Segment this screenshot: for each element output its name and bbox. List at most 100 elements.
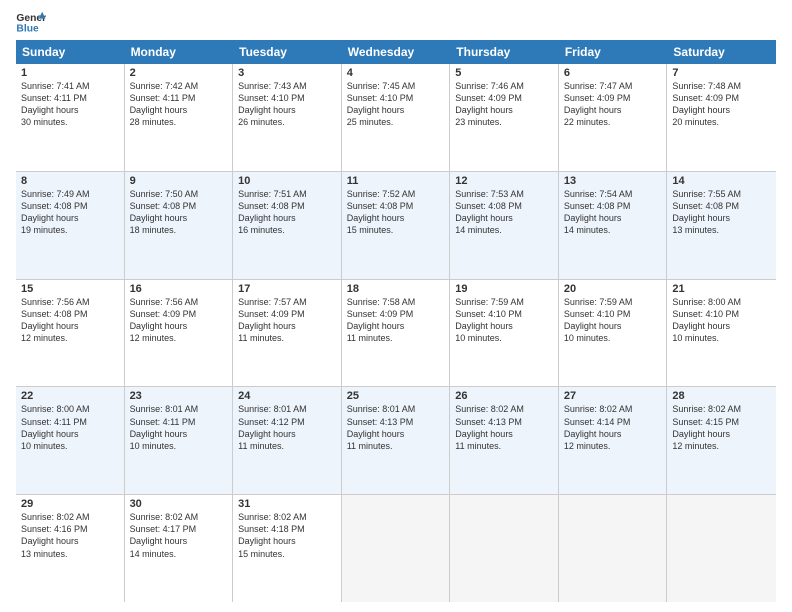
cal-cell: 11Sunrise: 7:52 AMSunset: 4:08 PMDayligh… (342, 172, 451, 279)
cal-cell: 22Sunrise: 8:00 AMSunset: 4:11 PMDayligh… (16, 387, 125, 494)
cal-cell: 8Sunrise: 7:49 AMSunset: 4:08 PMDaylight… (16, 172, 125, 279)
calendar-body: 1Sunrise: 7:41 AMSunset: 4:11 PMDaylight… (16, 64, 776, 602)
page: General Blue SundayMondayTuesdayWednesda… (0, 0, 792, 612)
day-number: 18 (347, 283, 445, 295)
day-number: 15 (21, 283, 119, 295)
day-number: 20 (564, 283, 662, 295)
cal-cell: 20Sunrise: 7:59 AMSunset: 4:10 PMDayligh… (559, 280, 668, 387)
day-info: Sunrise: 7:52 AMSunset: 4:08 PMDaylight … (347, 188, 445, 237)
day-number: 26 (455, 390, 553, 402)
cal-header-cell: Saturday (667, 40, 776, 64)
cal-cell: 9Sunrise: 7:50 AMSunset: 4:08 PMDaylight… (125, 172, 234, 279)
cal-cell-empty (342, 495, 451, 602)
day-info: Sunrise: 8:02 AMSunset: 4:17 PMDaylight … (130, 511, 228, 560)
cal-week: 1Sunrise: 7:41 AMSunset: 4:11 PMDaylight… (16, 64, 776, 172)
cal-cell: 24Sunrise: 8:01 AMSunset: 4:12 PMDayligh… (233, 387, 342, 494)
day-number: 3 (238, 67, 336, 79)
day-number: 28 (672, 390, 771, 402)
day-number: 29 (21, 498, 119, 510)
day-number: 12 (455, 175, 553, 187)
cal-cell: 25Sunrise: 8:01 AMSunset: 4:13 PMDayligh… (342, 387, 451, 494)
cal-cell: 29Sunrise: 8:02 AMSunset: 4:16 PMDayligh… (16, 495, 125, 602)
day-info: Sunrise: 7:42 AMSunset: 4:11 PMDaylight … (130, 80, 228, 129)
day-number: 30 (130, 498, 228, 510)
day-info: Sunrise: 7:50 AMSunset: 4:08 PMDaylight … (130, 188, 228, 237)
logo-icon: General Blue (16, 10, 46, 34)
day-info: Sunrise: 8:02 AMSunset: 4:14 PMDaylight … (564, 403, 662, 452)
day-number: 13 (564, 175, 662, 187)
cal-cell: 4Sunrise: 7:45 AMSunset: 4:10 PMDaylight… (342, 64, 451, 171)
day-number: 19 (455, 283, 553, 295)
day-number: 27 (564, 390, 662, 402)
day-info: Sunrise: 8:02 AMSunset: 4:15 PMDaylight … (672, 403, 771, 452)
day-number: 7 (672, 67, 771, 79)
cal-week: 15Sunrise: 7:56 AMSunset: 4:08 PMDayligh… (16, 280, 776, 388)
day-number: 9 (130, 175, 228, 187)
day-info: Sunrise: 7:59 AMSunset: 4:10 PMDaylight … (455, 296, 553, 345)
cal-cell: 23Sunrise: 8:01 AMSunset: 4:11 PMDayligh… (125, 387, 234, 494)
cal-header-cell: Tuesday (233, 40, 342, 64)
day-number: 8 (21, 175, 119, 187)
day-info: Sunrise: 8:00 AMSunset: 4:11 PMDaylight … (21, 403, 119, 452)
day-info: Sunrise: 7:59 AMSunset: 4:10 PMDaylight … (564, 296, 662, 345)
day-info: Sunrise: 7:53 AMSunset: 4:08 PMDaylight … (455, 188, 553, 237)
day-info: Sunrise: 7:56 AMSunset: 4:08 PMDaylight … (21, 296, 119, 345)
day-info: Sunrise: 8:01 AMSunset: 4:12 PMDaylight … (238, 403, 336, 452)
day-info: Sunrise: 7:57 AMSunset: 4:09 PMDaylight … (238, 296, 336, 345)
day-number: 21 (672, 283, 771, 295)
cal-cell: 26Sunrise: 8:02 AMSunset: 4:13 PMDayligh… (450, 387, 559, 494)
day-info: Sunrise: 8:02 AMSunset: 4:13 PMDaylight … (455, 403, 553, 452)
cal-cell: 1Sunrise: 7:41 AMSunset: 4:11 PMDaylight… (16, 64, 125, 171)
day-info: Sunrise: 7:54 AMSunset: 4:08 PMDaylight … (564, 188, 662, 237)
day-info: Sunrise: 8:01 AMSunset: 4:11 PMDaylight … (130, 403, 228, 452)
cal-cell: 7Sunrise: 7:48 AMSunset: 4:09 PMDaylight… (667, 64, 776, 171)
day-number: 2 (130, 67, 228, 79)
day-number: 17 (238, 283, 336, 295)
cal-cell: 21Sunrise: 8:00 AMSunset: 4:10 PMDayligh… (667, 280, 776, 387)
day-number: 5 (455, 67, 553, 79)
day-number: 14 (672, 175, 771, 187)
cal-header-cell: Wednesday (342, 40, 451, 64)
day-number: 1 (21, 67, 119, 79)
day-number: 22 (21, 390, 119, 402)
cal-cell: 12Sunrise: 7:53 AMSunset: 4:08 PMDayligh… (450, 172, 559, 279)
cal-cell-empty (450, 495, 559, 602)
cal-header-cell: Sunday (16, 40, 125, 64)
day-info: Sunrise: 7:45 AMSunset: 4:10 PMDaylight … (347, 80, 445, 129)
svg-text:Blue: Blue (16, 23, 39, 34)
day-info: Sunrise: 7:46 AMSunset: 4:09 PMDaylight … (455, 80, 553, 129)
day-number: 11 (347, 175, 445, 187)
cal-week: 29Sunrise: 8:02 AMSunset: 4:16 PMDayligh… (16, 495, 776, 602)
cal-cell-empty (667, 495, 776, 602)
day-info: Sunrise: 7:58 AMSunset: 4:09 PMDaylight … (347, 296, 445, 345)
cal-header-cell: Friday (559, 40, 668, 64)
header: General Blue (16, 10, 776, 34)
cal-cell: 2Sunrise: 7:42 AMSunset: 4:11 PMDaylight… (125, 64, 234, 171)
day-number: 4 (347, 67, 445, 79)
cal-cell: 5Sunrise: 7:46 AMSunset: 4:09 PMDaylight… (450, 64, 559, 171)
cal-header-cell: Monday (125, 40, 234, 64)
cal-cell: 6Sunrise: 7:47 AMSunset: 4:09 PMDaylight… (559, 64, 668, 171)
cal-cell: 15Sunrise: 7:56 AMSunset: 4:08 PMDayligh… (16, 280, 125, 387)
cal-cell: 18Sunrise: 7:58 AMSunset: 4:09 PMDayligh… (342, 280, 451, 387)
cal-header-cell: Thursday (450, 40, 559, 64)
day-info: Sunrise: 7:47 AMSunset: 4:09 PMDaylight … (564, 80, 662, 129)
cal-week: 8Sunrise: 7:49 AMSunset: 4:08 PMDaylight… (16, 172, 776, 280)
day-info: Sunrise: 7:43 AMSunset: 4:10 PMDaylight … (238, 80, 336, 129)
cal-cell: 19Sunrise: 7:59 AMSunset: 4:10 PMDayligh… (450, 280, 559, 387)
day-number: 24 (238, 390, 336, 402)
cal-cell: 3Sunrise: 7:43 AMSunset: 4:10 PMDaylight… (233, 64, 342, 171)
day-info: Sunrise: 7:55 AMSunset: 4:08 PMDaylight … (672, 188, 771, 237)
cal-week: 22Sunrise: 8:00 AMSunset: 4:11 PMDayligh… (16, 387, 776, 495)
cal-cell: 31Sunrise: 8:02 AMSunset: 4:18 PMDayligh… (233, 495, 342, 602)
cal-cell: 28Sunrise: 8:02 AMSunset: 4:15 PMDayligh… (667, 387, 776, 494)
logo: General Blue (16, 10, 46, 34)
day-info: Sunrise: 8:02 AMSunset: 4:16 PMDaylight … (21, 511, 119, 560)
day-number: 10 (238, 175, 336, 187)
day-info: Sunrise: 8:00 AMSunset: 4:10 PMDaylight … (672, 296, 771, 345)
cal-cell-empty (559, 495, 668, 602)
day-info: Sunrise: 7:49 AMSunset: 4:08 PMDaylight … (21, 188, 119, 237)
day-info: Sunrise: 7:41 AMSunset: 4:11 PMDaylight … (21, 80, 119, 129)
cal-cell: 13Sunrise: 7:54 AMSunset: 4:08 PMDayligh… (559, 172, 668, 279)
cal-cell: 10Sunrise: 7:51 AMSunset: 4:08 PMDayligh… (233, 172, 342, 279)
